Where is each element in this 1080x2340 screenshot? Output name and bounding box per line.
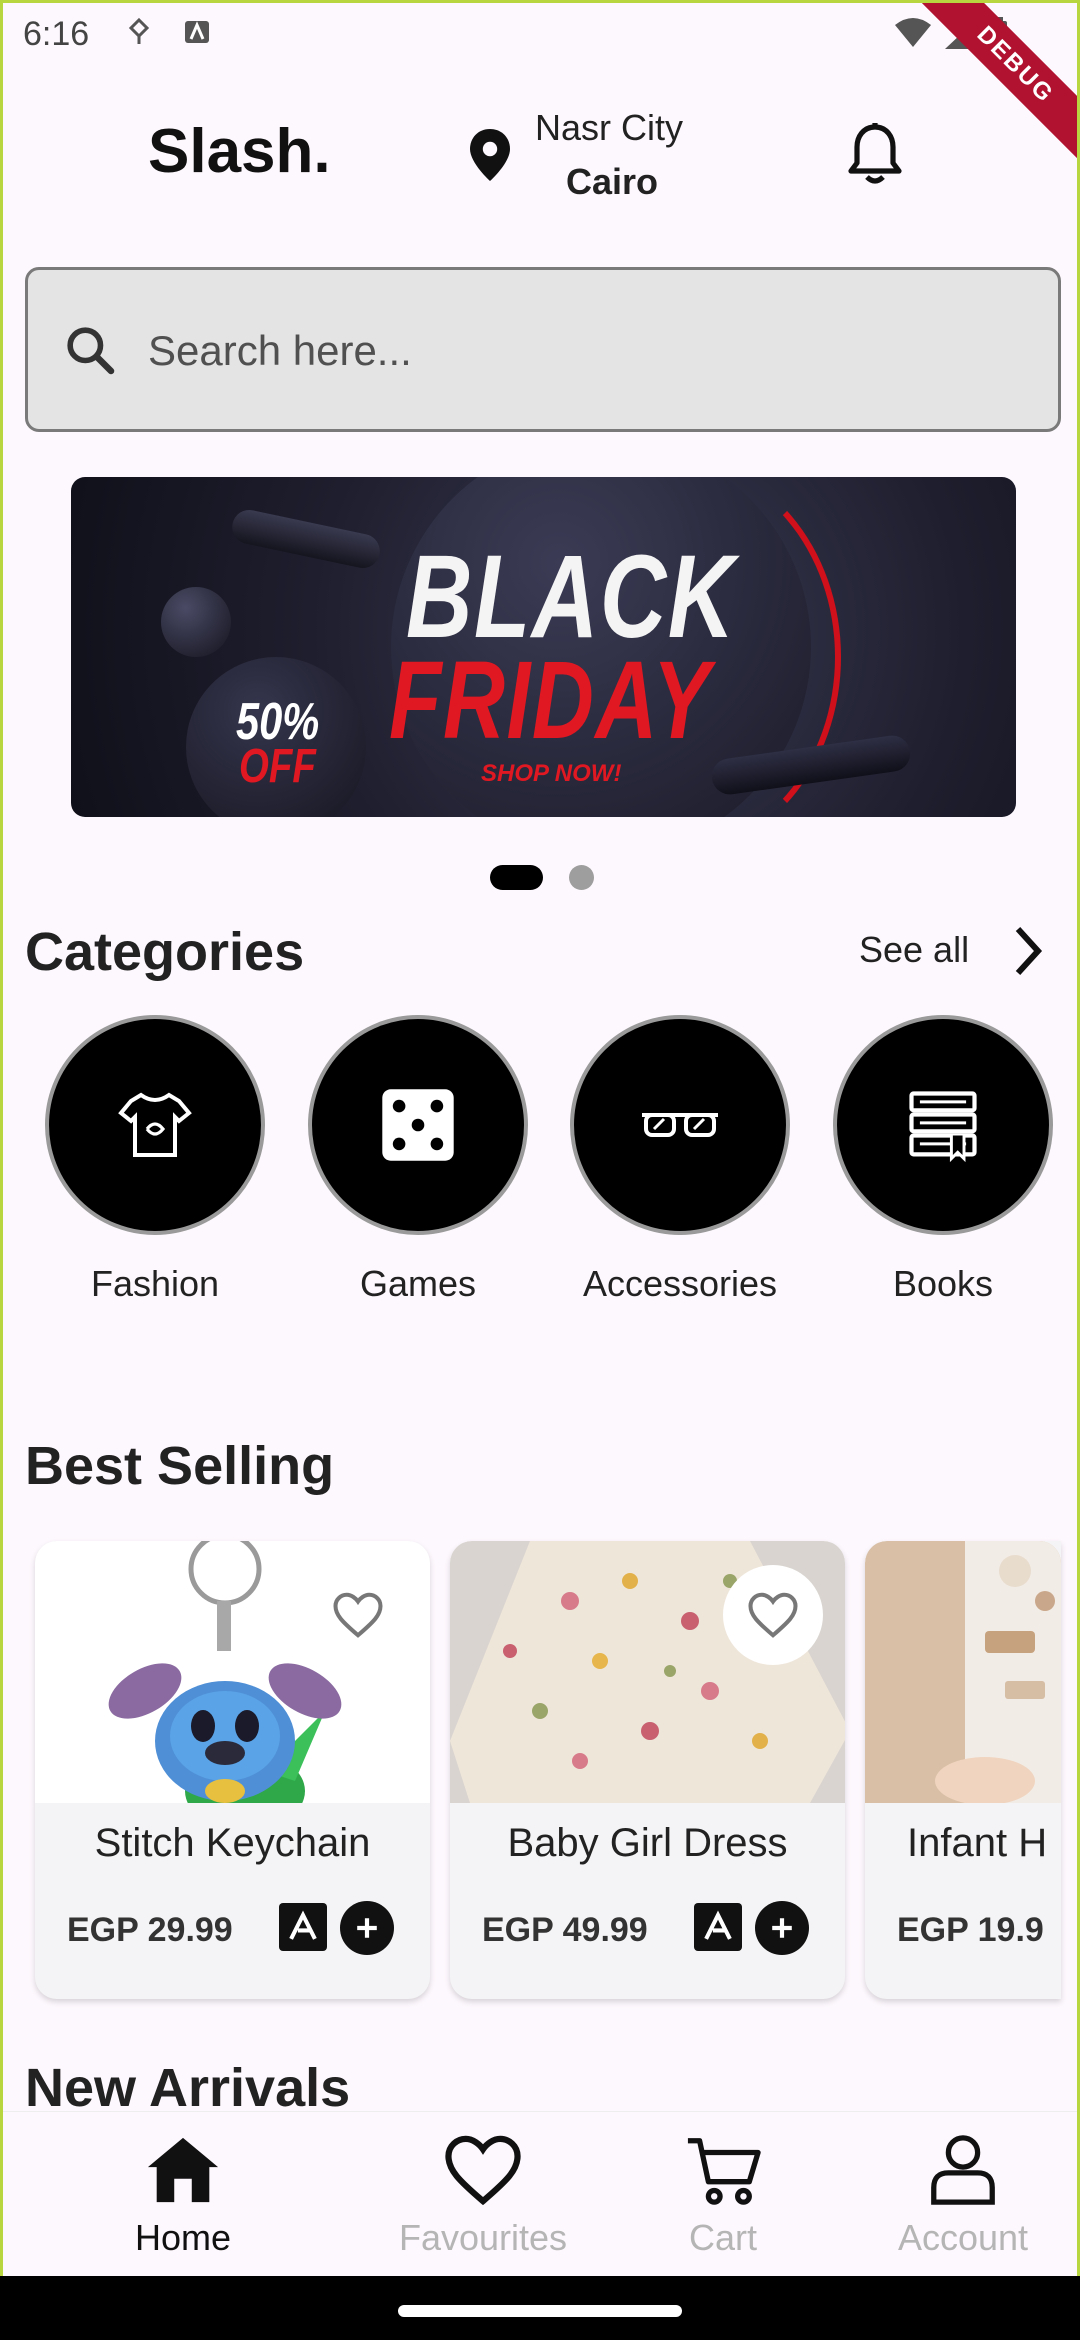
category-accessories[interactable]: Accessories (570, 1015, 790, 1305)
favourite-button[interactable] (308, 1565, 408, 1665)
product-card[interactable]: Infant H EGP 19.9 (865, 1541, 1061, 1999)
wifi-icon (895, 18, 931, 47)
category-circle (45, 1015, 265, 1235)
brand-logo-icon (279, 1903, 327, 1951)
product-image (35, 1541, 430, 1803)
add-to-cart-button[interactable] (340, 1901, 394, 1955)
see-all-link[interactable]: See all (859, 929, 969, 971)
search-icon (67, 327, 115, 375)
tshirt-icon (118, 1092, 192, 1157)
carousel-dot[interactable] (569, 865, 594, 890)
data-saver-icon (128, 17, 150, 44)
banner-title-line2: FRIDAY (389, 639, 712, 762)
chevron-right-icon[interactable] (1008, 921, 1048, 981)
app-logo: Slash. (148, 117, 331, 186)
product-price: EGP 29.99 (67, 1911, 233, 1949)
category-games[interactable]: Games (308, 1015, 528, 1305)
banner-discount-off: OFF (239, 740, 316, 793)
category-label: Books (892, 1263, 994, 1304)
category-circle (833, 1015, 1053, 1235)
product-name: Stitch Keychain (94, 1821, 371, 1865)
category-label: Fashion (90, 1263, 220, 1304)
location-area[interactable]: Nasr City (535, 107, 683, 149)
location-pin-icon[interactable] (465, 127, 515, 183)
home-icon (147, 2137, 219, 2203)
banner-cta: SHOP NOW! (481, 760, 622, 787)
category-circle (308, 1015, 528, 1235)
heart-outline-icon (748, 1592, 798, 1638)
categories-title: Categories (25, 922, 305, 982)
favourite-button[interactable] (723, 1565, 823, 1665)
category-label: Games (359, 1263, 477, 1304)
nav-label: Favourites (398, 2217, 568, 2258)
promo-banner[interactable]: BLACK FRIDAY SHOP NOW! 50% OFF (71, 477, 1016, 817)
category-label: Accessories (582, 1263, 778, 1304)
new-arrivals-title: New Arrivals (25, 2058, 351, 2118)
brand-logo-icon (694, 1903, 742, 1951)
product-card[interactable]: Stitch Keychain EGP 29.99 (35, 1541, 430, 1999)
status-bar: 6:16 DEBUG (3, 3, 1077, 173)
location-city[interactable]: Cairo (566, 161, 658, 203)
product-name: Infant H (907, 1821, 1048, 1865)
product-image (865, 1541, 1061, 1803)
carousel-dot-active[interactable] (490, 865, 543, 890)
nav-favourites[interactable]: Favourites (393, 2132, 573, 2259)
nav-cart[interactable]: Cart (673, 2132, 773, 2259)
glasses-icon (642, 1113, 718, 1137)
product-image (450, 1541, 845, 1803)
books-icon (909, 1091, 977, 1163)
heart-icon (445, 2135, 521, 2206)
banner-decor (161, 587, 231, 657)
product-name: Baby Girl Dress (507, 1821, 788, 1865)
heart-outline-icon (333, 1592, 383, 1638)
dice-icon (382, 1089, 454, 1161)
app-notification-icon (185, 21, 209, 43)
app-screen: 6:16 DEBUG Slash. Nasr City Cairo Search… (0, 0, 1080, 2340)
home-gesture-handle[interactable] (398, 2305, 682, 2317)
plus-icon (772, 1918, 792, 1938)
search-bar[interactable] (25, 267, 1061, 432)
product-price: EGP 49.99 (482, 1911, 648, 1949)
best-selling-title: Best Selling (25, 1436, 335, 1496)
category-fashion[interactable]: Fashion (45, 1015, 265, 1305)
notification-bell-icon[interactable] (843, 121, 907, 189)
nav-account[interactable]: Account (883, 2132, 1043, 2259)
plus-icon (357, 1918, 377, 1938)
banner-decor (229, 506, 383, 572)
person-icon (931, 2135, 995, 2205)
nav-home[interactable]: Home (123, 2132, 243, 2259)
bottom-navigation: Home Favourites Cart Account (3, 2111, 1077, 2279)
search-input[interactable] (148, 316, 1028, 386)
add-to-cart-button[interactable] (755, 1901, 809, 1955)
category-circle (570, 1015, 790, 1235)
cart-icon (687, 2138, 761, 2205)
product-price: EGP 19.9 (897, 1911, 1044, 1949)
nav-label: Home (134, 2217, 232, 2258)
nav-label: Account (897, 2217, 1029, 2258)
infant-product-image (935, 1541, 1061, 1803)
status-time: 6:16 (23, 15, 90, 53)
product-card[interactable]: Baby Girl Dress EGP 49.99 (450, 1541, 845, 1999)
debug-banner: DEBUG (907, 3, 1077, 173)
category-books[interactable]: Books (833, 1015, 1053, 1305)
nav-label: Cart (688, 2217, 757, 2258)
